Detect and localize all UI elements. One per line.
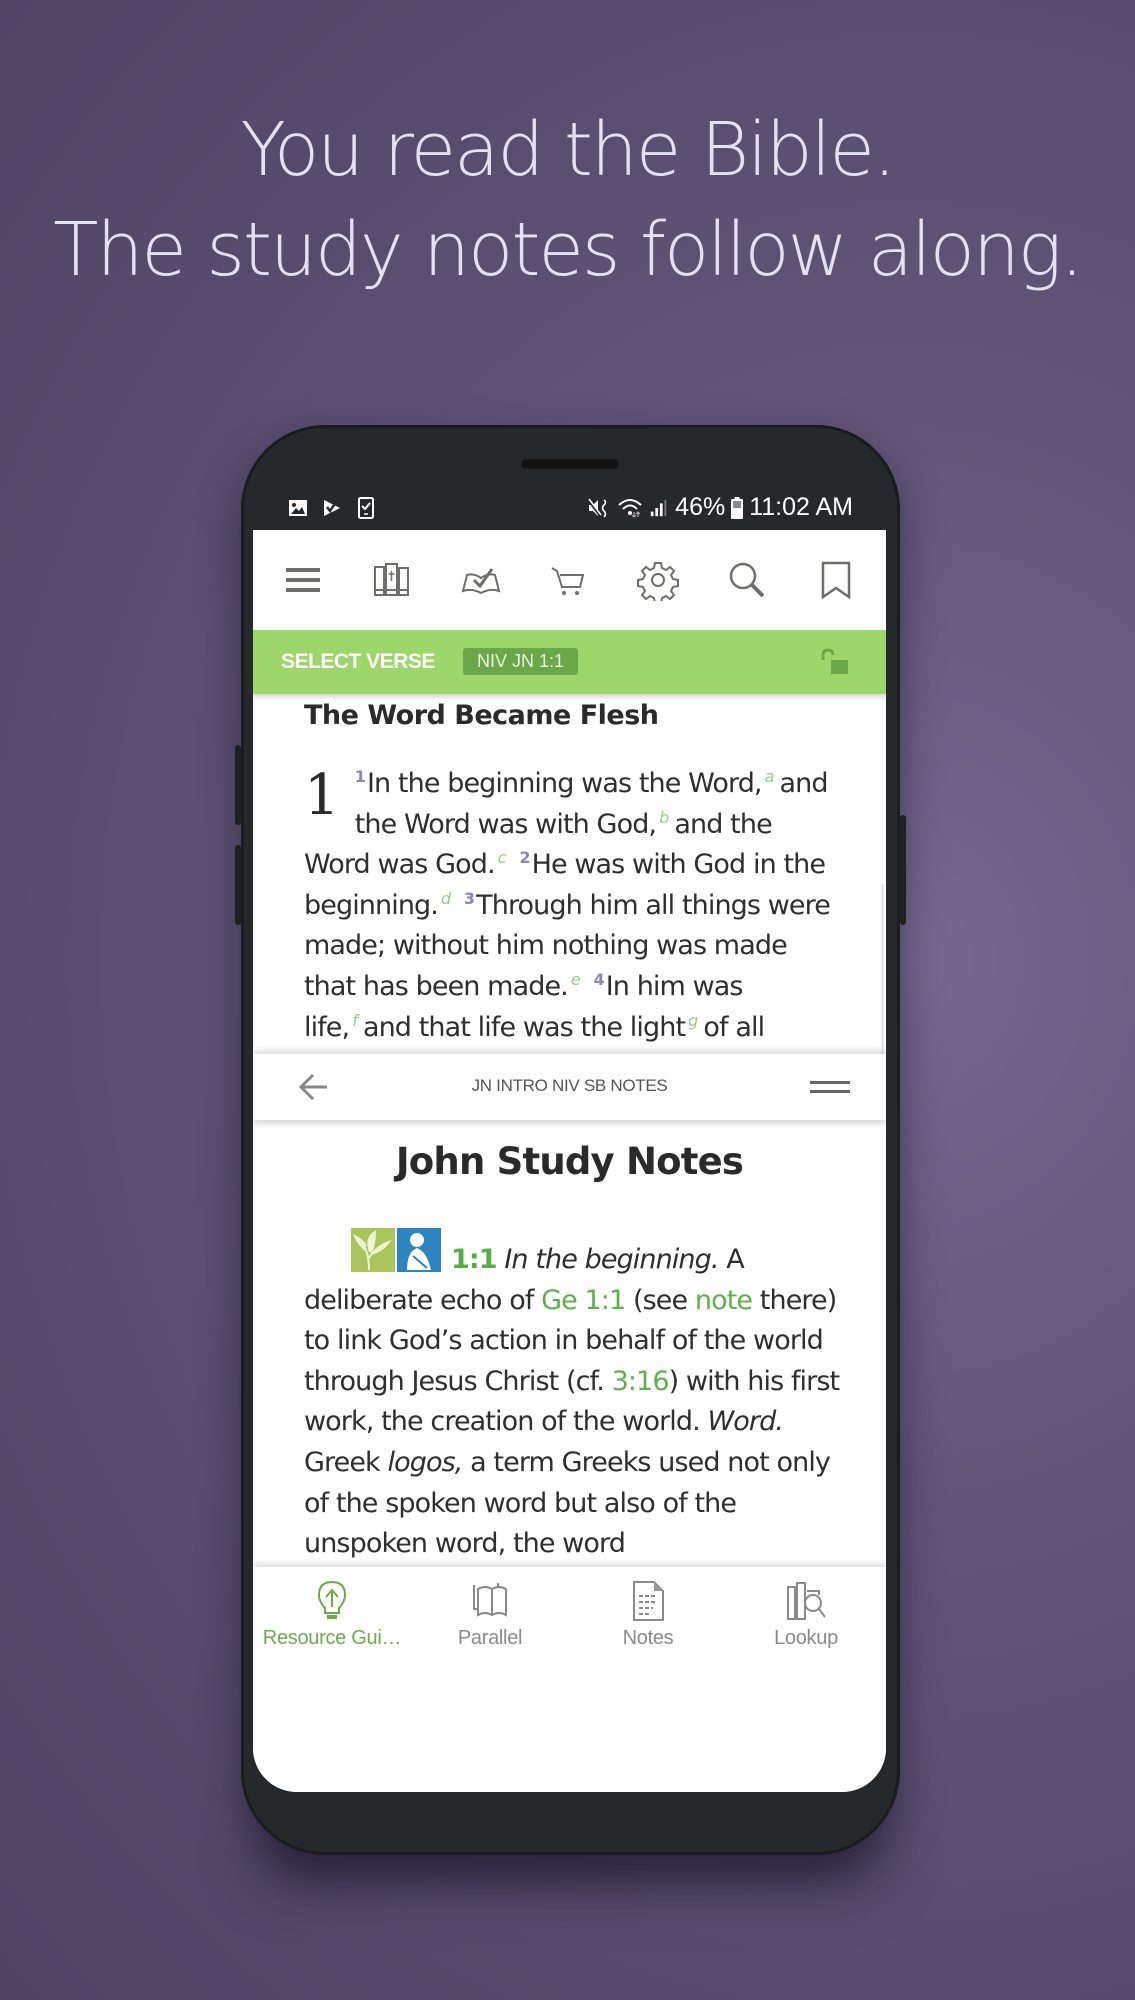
verse-number[interactable]: 4 — [594, 970, 605, 989]
mute-vibrate-icon — [587, 498, 607, 518]
notes-resource-title[interactable]: JN INTRO NIV SB NOTES — [253, 1076, 886, 1096]
note-italic-term: Word. — [707, 1406, 784, 1438]
headline-line-2: The study notes follow along. — [53, 207, 1083, 293]
footnote-marker[interactable]: d — [441, 889, 451, 908]
bookmark-icon — [821, 561, 850, 600]
phone-check-icon — [358, 497, 374, 519]
battery-icon — [731, 496, 744, 519]
volume-button — [235, 845, 241, 925]
volume-button — [235, 745, 241, 825]
nav-notes[interactable]: Notes — [569, 1579, 727, 1650]
reading-plan-button[interactable] — [457, 556, 505, 604]
notes-document-icon — [633, 1581, 664, 1621]
bible-passage[interactable]: 1 1In the beginning was the Word, a and th… — [304, 763, 844, 1055]
bookmark-button[interactable] — [812, 556, 860, 604]
drag-handle-icon[interactable] — [810, 1079, 850, 1095]
earpiece-speaker — [521, 459, 619, 469]
chapter-number: 1 — [304, 763, 340, 828]
nav-label: Parallel — [457, 1627, 523, 1649]
footnote-marker[interactable]: e — [571, 970, 581, 989]
nav-label: Lookup — [774, 1627, 838, 1649]
section-heading: The Word Became Flesh — [304, 700, 659, 731]
study-notes-pane[interactable]: John Study Notes 1:1 In the beginning. A… — [253, 1120, 886, 1570]
clock: 11:02 AM — [749, 493, 853, 521]
nav-label: Notes — [622, 1627, 674, 1649]
battery-percent: 46% — [675, 493, 726, 521]
notes-header-bar: JN INTRO NIV SB NOTES — [253, 1054, 886, 1120]
reading-plan-icon — [461, 568, 501, 595]
note-italic-term: logos, — [387, 1446, 463, 1478]
notes-heading: John Study Notes — [395, 1140, 744, 1183]
verse-text[interactable]: and that life was the light — [363, 1012, 686, 1043]
footnote-marker[interactable]: a — [765, 767, 775, 786]
settings-button[interactable] — [634, 556, 682, 604]
lightbulb-icon — [317, 1580, 347, 1619]
nav-parallel[interactable]: Parallel — [411, 1579, 569, 1650]
cross-reference-link[interactable]: 3:16 — [612, 1366, 670, 1397]
top-toolbar — [253, 530, 886, 630]
library-icon — [374, 563, 410, 596]
menu-button[interactable] — [279, 556, 327, 604]
footnote-marker[interactable]: g — [688, 1011, 698, 1030]
status-bar: 46% 11:02 AM — [288, 493, 853, 529]
footnote-marker[interactable]: c — [498, 848, 507, 867]
library-button[interactable] — [368, 556, 416, 604]
headline-line-1: You read the Bible. — [240, 107, 897, 193]
menu-icon — [286, 568, 321, 592]
verse-number[interactable]: 1 — [355, 767, 366, 786]
bible-text-pane[interactable]: The Word Became Flesh 1 1In the beginnin… — [253, 694, 886, 1054]
study-note-body[interactable]: 1:1 In the beginning. A deliberate echo … — [304, 1228, 849, 1565]
nav-resource-guide[interactable]: Resource Gui… — [253, 1579, 411, 1650]
resource-type-icons — [351, 1228, 441, 1272]
bottom-navigation: Resource Gui… Parallel Notes Lookup — [253, 1567, 886, 1792]
parallel-books-icon — [473, 1583, 507, 1617]
app-screen: SELECT VERSE NIV JN 1:1 The Word Became … — [253, 530, 886, 1792]
note-text: Greek — [304, 1446, 388, 1478]
phone-frame: 46% 11:02 AM SELECT VERSE NIV JN 1:1 The… — [235, 425, 906, 1855]
select-verse-label[interactable]: SELECT VERSE — [281, 650, 435, 674]
nav-lookup[interactable]: Lookup — [727, 1579, 885, 1650]
cart-icon — [551, 567, 585, 595]
footnote-marker[interactable]: b — [659, 808, 669, 827]
nav-label: Resource Gui… — [262, 1627, 402, 1649]
verse-number[interactable]: 3 — [464, 889, 475, 908]
store-button[interactable] — [545, 556, 593, 604]
note-reference[interactable]: 1:1 — [451, 1244, 498, 1275]
search-icon — [729, 562, 765, 598]
wifi-icon — [618, 498, 642, 518]
image-icon — [289, 500, 307, 516]
scrollbar[interactable] — [881, 884, 884, 1054]
search-button[interactable] — [723, 556, 771, 604]
settings-icon — [637, 562, 680, 601]
note-lemma: In the beginning. — [504, 1244, 719, 1275]
note-text: (see — [625, 1284, 695, 1316]
power-button — [900, 815, 906, 925]
unlock-icon[interactable] — [820, 648, 850, 676]
select-verse-bar[interactable]: SELECT VERSE NIV JN 1:1 — [253, 630, 886, 694]
footnote-marker[interactable]: f — [352, 1011, 358, 1030]
lookup-books-icon — [787, 1582, 826, 1620]
check-flag-icon — [324, 500, 340, 516]
verse-reference-chip[interactable]: NIV JN 1:1 — [463, 648, 579, 675]
verse-text[interactable]: In the beginning was the Word, — [367, 768, 763, 799]
cross-reference-link[interactable]: Ge 1:1 — [541, 1285, 626, 1316]
verse-number[interactable]: 2 — [519, 848, 530, 867]
signal-icon — [650, 499, 667, 516]
cross-reference-link[interactable]: note — [695, 1285, 753, 1316]
